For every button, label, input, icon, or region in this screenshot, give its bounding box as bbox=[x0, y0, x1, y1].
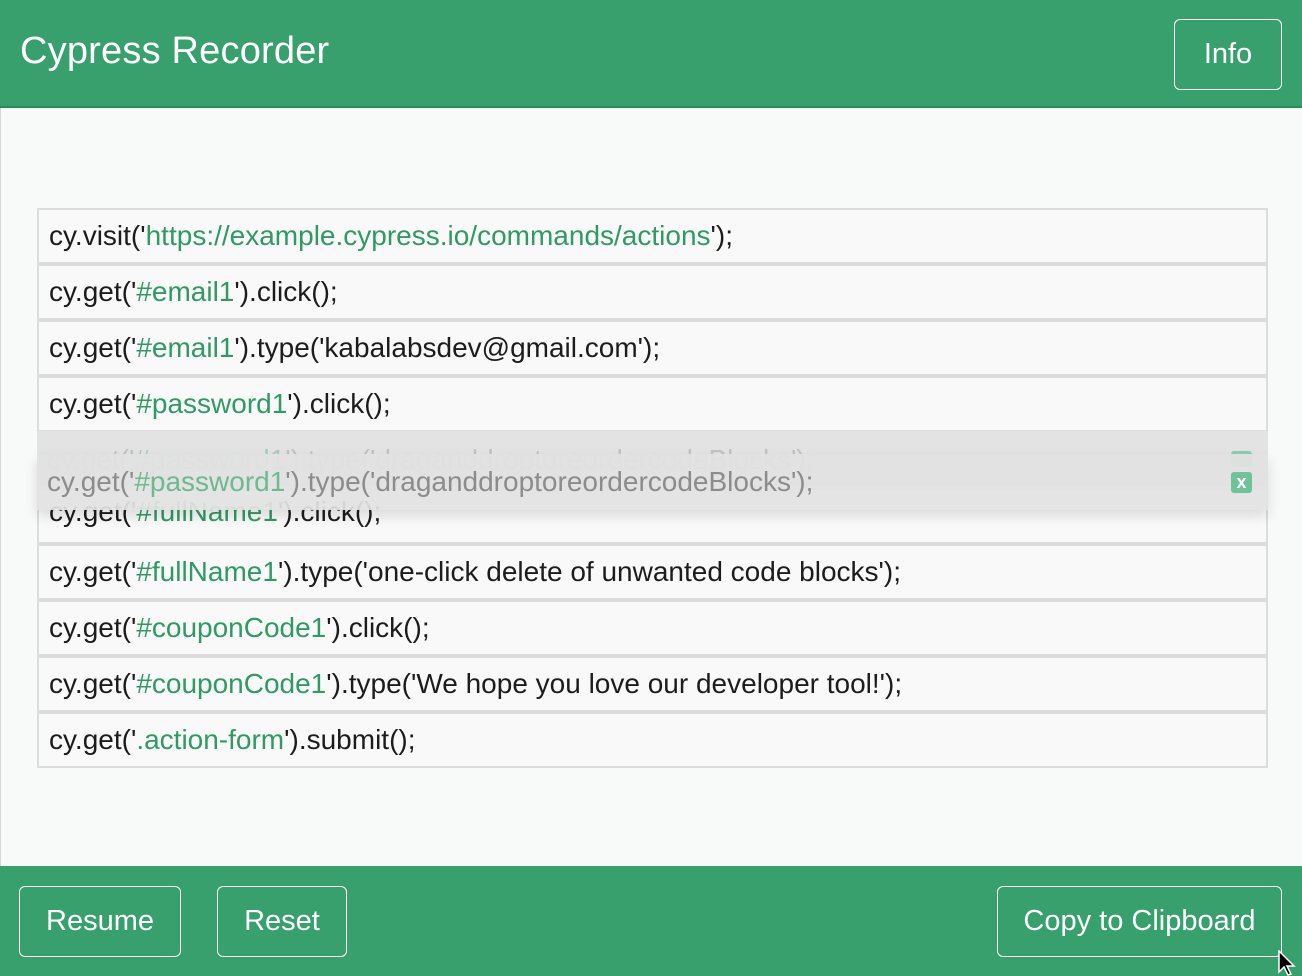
mouse-cursor-icon bbox=[1278, 950, 1296, 976]
code-string: #fullName1 bbox=[136, 556, 278, 587]
code-text: cy.get( bbox=[49, 276, 131, 307]
app-footer: Resume Reset Copy to Clipboard bbox=[0, 866, 1302, 976]
code-string: #email1 bbox=[136, 332, 235, 363]
code-text: cy.get( bbox=[49, 332, 131, 363]
code-block[interactable]: cy.get('#fullName1').type('one-click del… bbox=[37, 544, 1268, 600]
code-block[interactable]: cy.get('#email1').click(); bbox=[37, 264, 1268, 320]
code-string: #couponCode1 bbox=[136, 612, 327, 643]
copy-to-clipboard-button[interactable]: Copy to Clipboard bbox=[997, 886, 1282, 957]
code-text: cy.get( bbox=[49, 724, 131, 755]
code-block[interactable]: cy.get('#couponCode1').click(); bbox=[37, 600, 1268, 656]
code-text: cy.get( bbox=[49, 388, 131, 419]
code-block[interactable]: cy.get('.action-form').submit(); bbox=[37, 712, 1268, 768]
code-string: #password1 bbox=[136, 388, 288, 419]
code-text: cy.get( bbox=[47, 466, 129, 497]
app-header: Cypress Recorder Info bbox=[0, 0, 1302, 108]
resume-button[interactable]: Resume bbox=[19, 886, 181, 957]
code-block[interactable]: cy.get('#email1').type('kabalabsdev@gmai… bbox=[37, 320, 1268, 376]
code-block[interactable]: cy.visit('https://example.cypress.io/com… bbox=[37, 208, 1268, 264]
code-string: #email1 bbox=[136, 276, 235, 307]
dragging-code-block[interactable]: cy.get('#password1').type('draganddropto… bbox=[37, 454, 1268, 510]
info-button[interactable]: Info bbox=[1174, 19, 1282, 90]
code-string: #couponCode1 bbox=[136, 668, 327, 699]
app-title: Cypress Recorder bbox=[20, 30, 330, 72]
code-text: cy.get( bbox=[49, 668, 131, 699]
code-text: cy.get( bbox=[49, 556, 131, 587]
code-block[interactable]: cy.get('#couponCode1').type('We hope you… bbox=[37, 656, 1268, 712]
code-string: #password1 bbox=[134, 466, 286, 497]
code-string: https://example.cypress.io/commands/acti… bbox=[145, 220, 711, 251]
code-block[interactable]: cy.get('#password1').click(); bbox=[37, 376, 1268, 432]
reset-button[interactable]: Reset bbox=[217, 886, 347, 957]
code-text: cy.visit( bbox=[49, 220, 141, 251]
code-text: cy.get( bbox=[49, 612, 131, 643]
delete-block-button[interactable]: x bbox=[1231, 472, 1252, 493]
code-string: .action-form bbox=[136, 724, 285, 755]
